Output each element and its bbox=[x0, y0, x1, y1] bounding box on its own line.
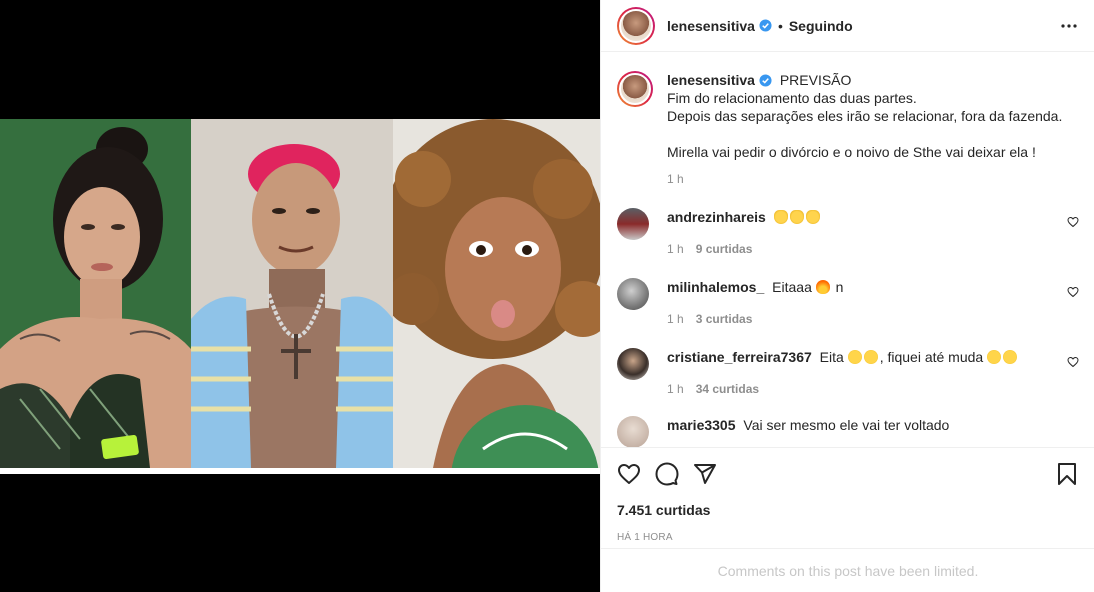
post-actions: 7.451 curtidas HÁ 1 HORA bbox=[601, 447, 1094, 543]
photo-panel-middle bbox=[191, 119, 393, 468]
small-heart-icon[interactable] bbox=[1067, 216, 1079, 228]
comment-item: cristiane_ferreira7367 Eita , fiquei até… bbox=[617, 348, 1079, 398]
grinning-face-icon bbox=[863, 350, 878, 364]
clapping-hands-icon bbox=[773, 210, 788, 224]
clapping-hands-icon bbox=[789, 210, 804, 224]
commenter-username[interactable]: cristiane_ferreira7367 bbox=[667, 349, 812, 365]
comment-suffix: n bbox=[831, 279, 844, 295]
comment-text: Eita bbox=[819, 349, 844, 365]
flushed-face-icon bbox=[1003, 350, 1018, 364]
comment-text: Vai ser mesmo ele vai ter voltado bbox=[743, 417, 950, 433]
heart-icon[interactable] bbox=[617, 462, 641, 486]
post-header: lenesensitiva • Seguindo bbox=[601, 0, 1094, 52]
caption-author-avatar[interactable] bbox=[617, 71, 653, 107]
author-avatar[interactable] bbox=[617, 6, 655, 45]
grinning-face-icon bbox=[847, 350, 862, 364]
commenter-avatar[interactable] bbox=[617, 416, 649, 447]
flushed-face-icon bbox=[987, 350, 1002, 364]
fire-icon bbox=[815, 280, 830, 294]
photo-panel-right bbox=[393, 119, 600, 468]
post-caption: lenesensitiva PREVISÃO Fim do relacionam… bbox=[617, 71, 1079, 188]
likes-count[interactable]: 7.451 curtidas bbox=[617, 502, 1079, 518]
caption-time[interactable]: 1 h bbox=[667, 170, 1072, 188]
comment-time[interactable]: 1 h bbox=[667, 240, 684, 258]
author-username[interactable]: lenesensitiva bbox=[667, 18, 755, 34]
comments-list[interactable]: lenesensitiva PREVISÃO Fim do relacionam… bbox=[601, 53, 1094, 447]
post-media[interactable] bbox=[0, 0, 600, 592]
comment-likes[interactable]: 9 curtidas bbox=[696, 240, 753, 258]
bookmark-icon[interactable] bbox=[1055, 462, 1079, 486]
verified-badge-icon bbox=[759, 19, 772, 32]
comment-likes[interactable]: 3 curtidas bbox=[696, 310, 753, 328]
post-timestamp: HÁ 1 HORA bbox=[617, 532, 673, 543]
commenter-username[interactable]: milinhalemos_ bbox=[667, 279, 764, 295]
post-panel: lenesensitiva • Seguindo lenesensitiva P… bbox=[600, 0, 1094, 592]
comment-text: Eitaaa bbox=[772, 279, 812, 295]
comment-icon[interactable] bbox=[655, 462, 679, 486]
caption-author[interactable]: lenesensitiva bbox=[667, 72, 755, 88]
caption-text: Fim do relacionamento das duas partes. D… bbox=[667, 90, 1063, 160]
small-heart-icon[interactable] bbox=[1067, 286, 1079, 298]
commenter-avatar[interactable] bbox=[617, 278, 649, 310]
caption-lead: PREVISÃO bbox=[779, 72, 852, 88]
comment-item: marie3305 Vai ser mesmo ele vai ter volt… bbox=[617, 416, 1079, 447]
comment-item: andrezinhareis 1 h 9 curtidas bbox=[617, 208, 1079, 258]
more-options-icon[interactable] bbox=[1057, 14, 1081, 38]
photo-bottom-strip bbox=[0, 468, 600, 474]
following-button[interactable]: Seguindo bbox=[789, 18, 853, 34]
comment-item: milinhalemos_ Eitaaa n 1 h 3 curtidas bbox=[617, 278, 1079, 328]
comment-time[interactable]: 1 h bbox=[667, 380, 684, 398]
commenter-avatar[interactable] bbox=[617, 208, 649, 240]
comment-likes[interactable]: 34 curtidas bbox=[696, 380, 759, 398]
commenter-username[interactable]: andrezinhareis bbox=[667, 209, 766, 225]
comments-limited-notice: Comments on this post have been limited. bbox=[601, 548, 1094, 592]
small-heart-icon[interactable] bbox=[1067, 356, 1079, 368]
photo-panel-left bbox=[0, 119, 191, 468]
comment-suffix: , fiquei até muda bbox=[879, 349, 984, 365]
comment-time[interactable]: 1 h bbox=[667, 310, 684, 328]
share-icon[interactable] bbox=[693, 462, 717, 486]
comment-emojis bbox=[773, 209, 822, 225]
verified-badge-icon bbox=[759, 74, 772, 87]
commenter-username[interactable]: marie3305 bbox=[667, 417, 736, 433]
commenter-avatar[interactable] bbox=[617, 348, 649, 380]
post-photo[interactable] bbox=[0, 119, 600, 474]
clapping-hands-icon bbox=[805, 210, 820, 224]
header-separator: • bbox=[777, 17, 783, 34]
